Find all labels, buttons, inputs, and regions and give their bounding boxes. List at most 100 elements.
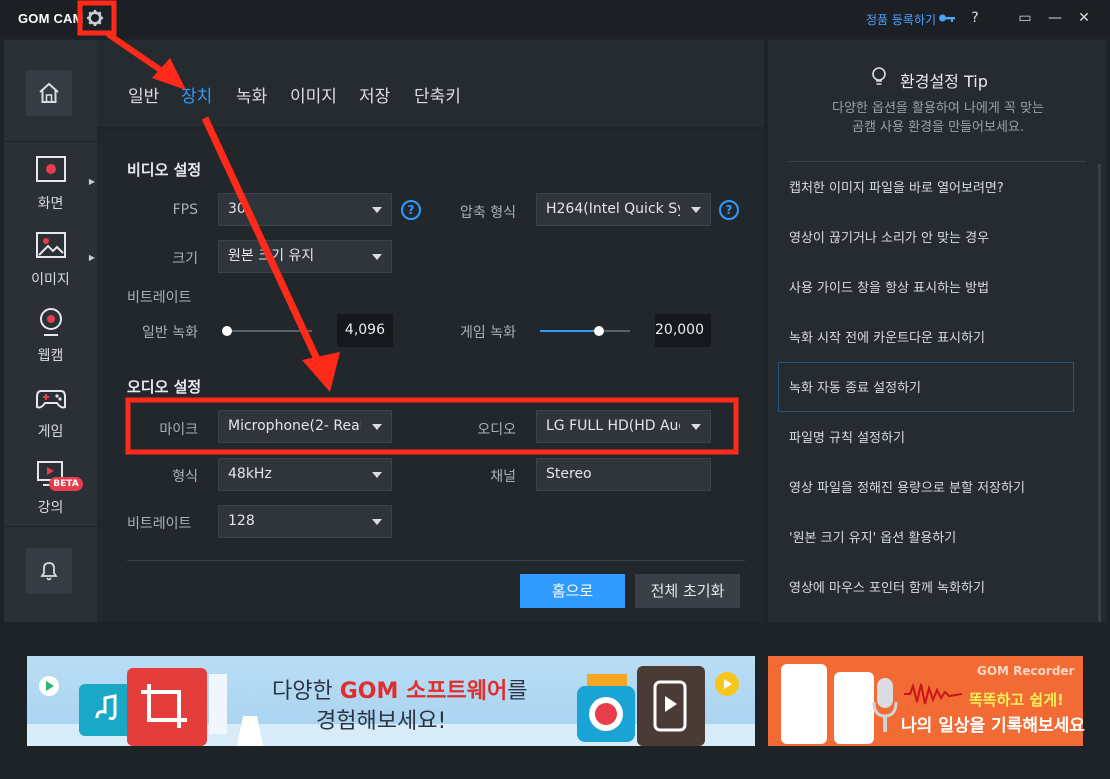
- sidebar-item-label: 웹캠: [37, 348, 64, 364]
- key-icon[interactable]: [938, 12, 956, 24]
- microphone-icon: [872, 678, 898, 732]
- waveform-icon: [904, 682, 962, 705]
- tip-item[interactable]: 파일명 규칙 설정하기: [789, 427, 905, 446]
- audio-settings-title: 오디오 설정: [127, 378, 202, 396]
- banner-headline-pre: 다양한: [272, 679, 340, 704]
- chevron-right-icon: ▶: [88, 253, 95, 262]
- tip-item[interactable]: 캡처한 이미지 파일을 바로 열어보려면?: [789, 177, 1004, 196]
- tab-save[interactable]: 저장: [359, 82, 390, 107]
- codec-help-icon[interactable]: ?: [719, 200, 739, 220]
- channel-select[interactable]: Stereo: [536, 458, 711, 491]
- sidebar-divider: [4, 141, 97, 142]
- game-bitrate-fill: [540, 330, 599, 332]
- bell-icon: [40, 562, 58, 581]
- format-select[interactable]: 48kHz: [218, 458, 392, 491]
- sidebar-item-screen[interactable]: 화면 ▶: [4, 145, 97, 221]
- gear-icon[interactable]: [86, 9, 104, 27]
- home-icon: [39, 82, 59, 103]
- codec-select[interactable]: H264(Intel Quick Syr: [536, 193, 711, 226]
- webcam-icon: [40, 308, 62, 336]
- audio-bitrate-label: 비트레이트: [127, 516, 192, 532]
- sidebar-item-label: 강의: [37, 500, 64, 516]
- game-record-label: 게임 녹화: [460, 325, 516, 341]
- channel-label: 채널: [490, 469, 516, 485]
- audio-device-label: 오디오: [477, 422, 516, 438]
- dropdown-arrow-icon: [372, 254, 382, 260]
- tab-image[interactable]: 이미지: [290, 82, 337, 107]
- notification-button[interactable]: [26, 548, 72, 594]
- dropdown-arrow-icon: [372, 519, 382, 525]
- home-button[interactable]: [26, 70, 72, 116]
- banner-headline-highlight: GOM 소프트웨어: [339, 679, 508, 704]
- tab-device[interactable]: 장치: [181, 82, 212, 107]
- reset-all-button[interactable]: 전체 초기화: [635, 574, 740, 608]
- game-bitrate-value[interactable]: 20,000: [655, 314, 711, 347]
- sidebar-item-label: 이미지: [31, 272, 70, 288]
- sidebar-item-label: 게임: [37, 424, 64, 440]
- normal-bitrate-slider[interactable]: [222, 330, 312, 332]
- fps-select[interactable]: 30: [218, 193, 392, 226]
- size-select[interactable]: 원본 크기 유지: [218, 240, 392, 273]
- sidebar-item-label: 화면: [37, 196, 64, 212]
- lightbulb-icon: [872, 67, 886, 85]
- dropdown-arrow-icon: [372, 424, 382, 430]
- help-button[interactable]: ?: [966, 9, 984, 27]
- restore-button[interactable]: ▭: [1016, 9, 1034, 27]
- mic-select[interactable]: Microphone(2- Realte: [218, 410, 392, 443]
- sidebar-item-image[interactable]: 이미지 ▶: [4, 221, 97, 297]
- game-bitrate-handle[interactable]: [594, 326, 604, 336]
- minimize-button[interactable]: —: [1046, 9, 1064, 27]
- recorder-subline: 나의 일상을 기록해보세요: [901, 716, 1085, 736]
- tab-shortcut[interactable]: 단축키: [414, 82, 461, 107]
- tips-description-line: 곰캠 사용 환경을 만들어보세요.: [851, 120, 1024, 135]
- app-logo: GOM CAM: [18, 11, 84, 26]
- sidebar-divider: [4, 526, 97, 527]
- tips-description: 다양한 옵션을 활용하여 나에게 꼭 맞는 곰캠 사용 환경을 만들어보세요.: [790, 99, 1086, 137]
- normal-bitrate-handle[interactable]: [222, 326, 232, 336]
- phone-illustration: [834, 672, 874, 744]
- video-settings-title: 비디오 설정: [127, 161, 202, 179]
- recorder-brand: GOM Recorder: [977, 664, 1075, 678]
- banner-headline: 다양한 GOM 소프트웨어를: [272, 673, 527, 705]
- tab-general[interactable]: 일반: [128, 82, 159, 107]
- image-icon: [36, 232, 66, 258]
- dropdown-arrow-icon: [691, 424, 701, 430]
- video-bitrate-label: 비트레이트: [127, 290, 192, 306]
- audio-device-select[interactable]: LG FULL HD(HD Aud: [536, 410, 711, 443]
- tip-item[interactable]: 영상 파일을 정해진 용량으로 분할 저장하기: [789, 477, 1025, 496]
- sidebar-item-game[interactable]: 게임: [4, 373, 97, 449]
- tip-item-selected[interactable]: 녹화 자동 종료 설정하기: [789, 377, 921, 396]
- dropdown-arrow-icon: [691, 207, 701, 213]
- phone-illustration: [781, 664, 827, 744]
- banner-headline-post: 를: [507, 679, 528, 704]
- beta-badge: BETA: [49, 477, 83, 491]
- tip-item[interactable]: 영상에 마우스 포인터 함께 녹화하기: [789, 577, 985, 596]
- tip-item[interactable]: 영상이 끊기거나 소리가 안 맞는 경우: [789, 227, 989, 246]
- tip-item[interactable]: 녹화 시작 전에 카운트다운 표시하기: [789, 327, 985, 346]
- tips-divider: [788, 161, 1086, 162]
- close-button[interactable]: ✕: [1075, 9, 1093, 27]
- fps-label: FPS: [172, 202, 198, 218]
- register-link[interactable]: 정품 등록하기: [866, 11, 936, 28]
- tips-scrollbar[interactable]: [1098, 164, 1101, 622]
- home-action-button[interactable]: 홈으로: [520, 574, 625, 608]
- tip-item[interactable]: '원본 크기 유지' 옵션 활용하기: [789, 527, 956, 546]
- codec-label: 압축 형식: [460, 205, 516, 221]
- dropdown-arrow-icon: [372, 207, 382, 213]
- normal-record-label: 일반 녹화: [142, 325, 198, 341]
- mic-label: 마이크: [159, 422, 198, 438]
- sidebar-item-webcam[interactable]: 웹캠: [4, 297, 97, 373]
- audio-bitrate-select[interactable]: 128: [218, 505, 392, 538]
- panel-divider: [127, 560, 745, 561]
- recorder-headline: 똑똑하고 쉽게!: [969, 691, 1064, 709]
- tip-item[interactable]: 사용 가이드 창을 항상 표시하는 방법: [789, 277, 989, 296]
- fps-help-icon[interactable]: ?: [401, 200, 421, 220]
- tab-record[interactable]: 녹화: [236, 82, 267, 107]
- banner-subline: 경험해보세요!: [316, 709, 447, 734]
- gamepad-icon: [36, 390, 66, 409]
- screen-record-icon: [36, 156, 66, 182]
- normal-bitrate-value[interactable]: 4,096: [337, 314, 393, 347]
- tips-description-line: 다양한 옵션을 활용하여 나에게 꼭 맞는: [831, 101, 1045, 116]
- chevron-right-icon: ▶: [88, 177, 95, 186]
- format-label: 형식: [172, 469, 198, 485]
